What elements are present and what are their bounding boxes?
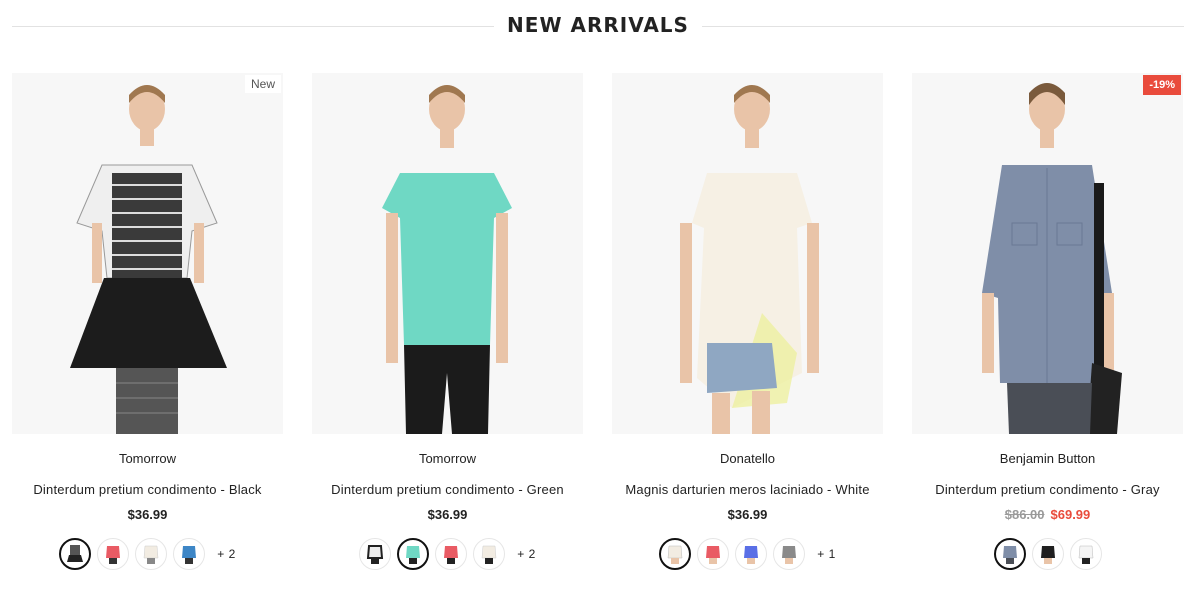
product-price: $36.99 <box>612 507 883 522</box>
price-sale: $69.99 <box>1050 507 1091 522</box>
swatch-red[interactable] <box>435 538 468 570</box>
more-colors-link[interactable]: + 2 <box>517 547 536 561</box>
swatch-white[interactable] <box>135 538 168 570</box>
swatch-gray[interactable] <box>993 538 1026 570</box>
swatch-white[interactable] <box>659 538 692 570</box>
product-card: New Tomorrow Dinterdum pretium condiment… <box>12 73 283 593</box>
title-rule-right <box>702 26 1184 27</box>
swatch-black[interactable] <box>1031 538 1064 570</box>
product-image[interactable] <box>612 73 883 434</box>
shirt-thumb-icon <box>143 545 159 564</box>
color-swatches <box>912 538 1183 570</box>
discount-badge: -19% <box>1143 75 1181 95</box>
color-swatches: + 2 <box>12 538 283 570</box>
swatch-blue[interactable] <box>173 538 206 570</box>
shirt-thumb-icon <box>1040 546 1055 564</box>
swatch-black[interactable] <box>59 538 92 570</box>
swatch-green[interactable] <box>397 538 430 570</box>
shirt-thumb-icon <box>444 546 459 564</box>
shirt-thumb-icon <box>67 545 84 562</box>
product-title[interactable]: Dinterdum pretium condimento - Green <box>302 482 593 497</box>
shirt-thumb-icon <box>706 546 721 564</box>
shirt-thumb-icon <box>406 546 421 564</box>
model-photo <box>680 85 819 434</box>
shirt-thumb-icon <box>744 546 759 564</box>
product-card: Donatello Magnis darturien meros lacinia… <box>612 73 883 593</box>
color-swatches: + 2 <box>312 538 583 570</box>
product-image[interactable] <box>312 73 583 434</box>
product-title[interactable]: Dinterdum pretium condimento - Gray <box>902 482 1193 497</box>
swatch-black[interactable] <box>359 538 392 570</box>
product-vendor[interactable]: Donatello <box>612 451 883 466</box>
shirt-thumb-icon <box>481 545 497 564</box>
price: $36.99 <box>727 507 768 522</box>
model-photo <box>382 85 512 434</box>
price-compare-at: $86.00 <box>1004 507 1045 522</box>
swatch-red[interactable] <box>697 538 730 570</box>
new-badge: New <box>244 75 281 93</box>
shirt-thumb-icon <box>182 546 197 564</box>
shirt-thumb-icon <box>106 546 121 564</box>
product-price: $36.99 <box>312 507 583 522</box>
more-colors-link[interactable]: + 1 <box>817 547 836 561</box>
price: $36.99 <box>127 507 168 522</box>
swatch-white[interactable] <box>1069 538 1102 570</box>
swatch-white[interactable] <box>473 538 506 570</box>
product-title[interactable]: Magnis darturien meros laciniado - White <box>602 482 893 497</box>
more-colors-link[interactable]: + 2 <box>217 547 236 561</box>
swatch-gray[interactable] <box>773 538 806 570</box>
color-swatches: + 1 <box>612 538 883 570</box>
section-header: NEW ARRIVALS <box>12 0 1184 52</box>
shirt-thumb-icon <box>1002 546 1017 564</box>
swatch-red[interactable] <box>97 538 130 570</box>
product-price: $86.00 $69.99 <box>912 507 1183 522</box>
shirt-thumb-icon <box>667 545 683 564</box>
swatch-blue[interactable] <box>735 538 768 570</box>
product-image[interactable]: -19% <box>912 73 1183 434</box>
product-card: Tomorrow Dinterdum pretium condimento - … <box>312 73 583 593</box>
section-title: NEW ARRIVALS <box>507 13 689 37</box>
shirt-thumb-icon <box>782 546 797 564</box>
product-card: -19% Benjamin Button Dinterdum pretium c… <box>912 73 1183 593</box>
shirt-thumb-icon <box>367 545 384 564</box>
model-photo <box>70 85 227 434</box>
shirt-thumb-icon <box>1078 545 1093 564</box>
price: $36.99 <box>427 507 468 522</box>
product-vendor[interactable]: Benjamin Button <box>912 451 1183 466</box>
product-vendor[interactable]: Tomorrow <box>312 451 583 466</box>
model-photo <box>982 83 1122 434</box>
product-title[interactable]: Dinterdum pretium condimento - Black <box>2 482 293 497</box>
product-image[interactable]: New <box>12 73 283 434</box>
product-vendor[interactable]: Tomorrow <box>12 451 283 466</box>
product-price: $36.99 <box>12 507 283 522</box>
